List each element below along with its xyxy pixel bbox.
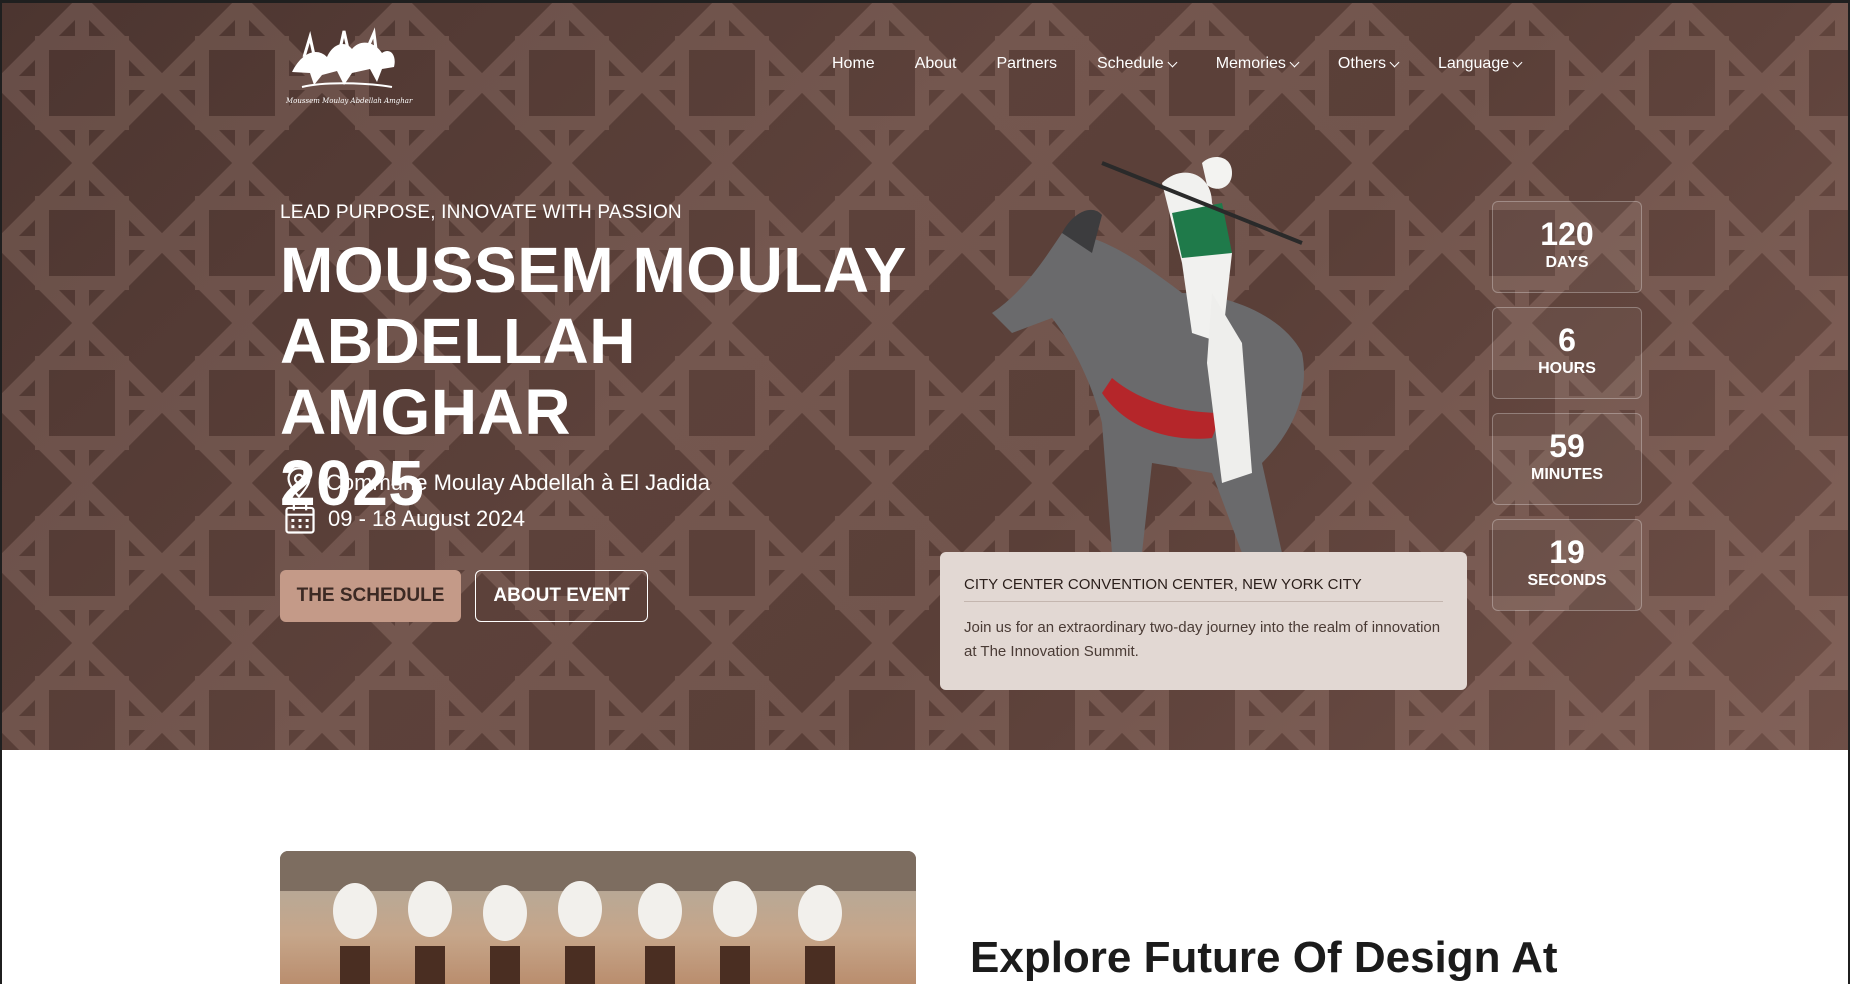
main-navigation: Home About Partners Schedule Memories Ot… — [832, 55, 1561, 73]
about-event-button[interactable]: ABOUT EVENT — [475, 570, 648, 622]
nav-memories[interactable]: Memories — [1215, 55, 1300, 73]
chevron-down-icon — [1389, 57, 1400, 67]
riders-illustration — [280, 851, 916, 984]
hero-tagline: LEAD PURPOSE, INNOVATE WITH PASSION — [280, 202, 682, 223]
nav-schedule-label: Schedule — [1096, 55, 1164, 72]
hero-section: Moussem Moulay Abdellah Amghar Home Abou… — [2, 3, 1848, 750]
fantasia-riders-photo — [280, 851, 916, 984]
nav-about[interactable]: About — [915, 55, 957, 73]
minutes-value: 59 — [1549, 428, 1585, 464]
countdown-minutes: 59 MINUTES — [1492, 413, 1642, 505]
nav-partners[interactable]: Partners — [997, 55, 1057, 73]
seconds-label: SECONDS — [1527, 572, 1607, 589]
location-text: Commune Moulay Abdellah à El Jadida — [326, 470, 711, 495]
horseman-photo — [992, 157, 1304, 553]
nav-language[interactable]: Language — [1437, 55, 1523, 73]
nav-language-label: Language — [1437, 55, 1510, 72]
chevron-down-icon — [1167, 57, 1178, 67]
countdown-hours: 6 HOURS — [1492, 307, 1642, 399]
calendar-icon — [285, 504, 315, 534]
nav-about-label: About — [914, 55, 957, 72]
nav-schedule[interactable]: Schedule — [1096, 55, 1178, 73]
title-line-2: ABDELLAH AMGHAR — [280, 305, 636, 448]
chevron-down-icon — [1512, 57, 1523, 67]
countdown-days: 120 DAYS — [1492, 201, 1642, 293]
days-value: 120 — [1540, 216, 1594, 252]
nav-others-label: Others — [1337, 55, 1386, 72]
hours-value: 6 — [1558, 322, 1576, 358]
brand-logo[interactable]: Moussem Moulay Abdellah Amghar — [282, 27, 412, 112]
about-heading: Explore Future Of Design At — [970, 933, 1558, 982]
page: Moussem Moulay Abdellah Amghar Home Abou… — [2, 3, 1848, 984]
minutes-label: MINUTES — [1531, 466, 1603, 483]
venue-card: CITY CENTER CONVENTION CENTER, NEW YORK … — [940, 552, 1467, 690]
horse-riders-logo-icon — [292, 27, 395, 88]
seconds-value: 19 — [1549, 534, 1585, 570]
days-label: DAYS — [1545, 254, 1589, 271]
event-location: Commune Moulay Abdellah à El Jadida — [284, 467, 710, 499]
nav-others[interactable]: Others — [1337, 55, 1400, 73]
countdown-seconds: 19 SECONDS — [1492, 519, 1642, 611]
nav-home[interactable]: Home — [832, 55, 875, 73]
location-pin-icon — [287, 467, 311, 499]
hours-label: HOURS — [1538, 360, 1596, 377]
nav-memories-label: Memories — [1215, 55, 1286, 72]
venue-title: CITY CENTER CONVENTION CENTER, NEW YORK … — [964, 576, 1443, 602]
event-date: 09 - 18 August 2024 — [284, 503, 525, 535]
date-text: 09 - 18 August 2024 — [328, 506, 525, 531]
nav-partners-label: Partners — [996, 55, 1057, 72]
title-line-1: MOUSSEM MOULAY — [280, 234, 907, 306]
nav-home-label: Home — [832, 55, 875, 72]
chevron-down-icon — [1289, 57, 1300, 67]
schedule-button[interactable]: THE SCHEDULE — [280, 570, 461, 622]
logo-caption: Moussem Moulay Abdellah Amghar — [286, 97, 413, 105]
venue-description: Join us for an extraordinary two-day jou… — [964, 619, 1441, 660]
